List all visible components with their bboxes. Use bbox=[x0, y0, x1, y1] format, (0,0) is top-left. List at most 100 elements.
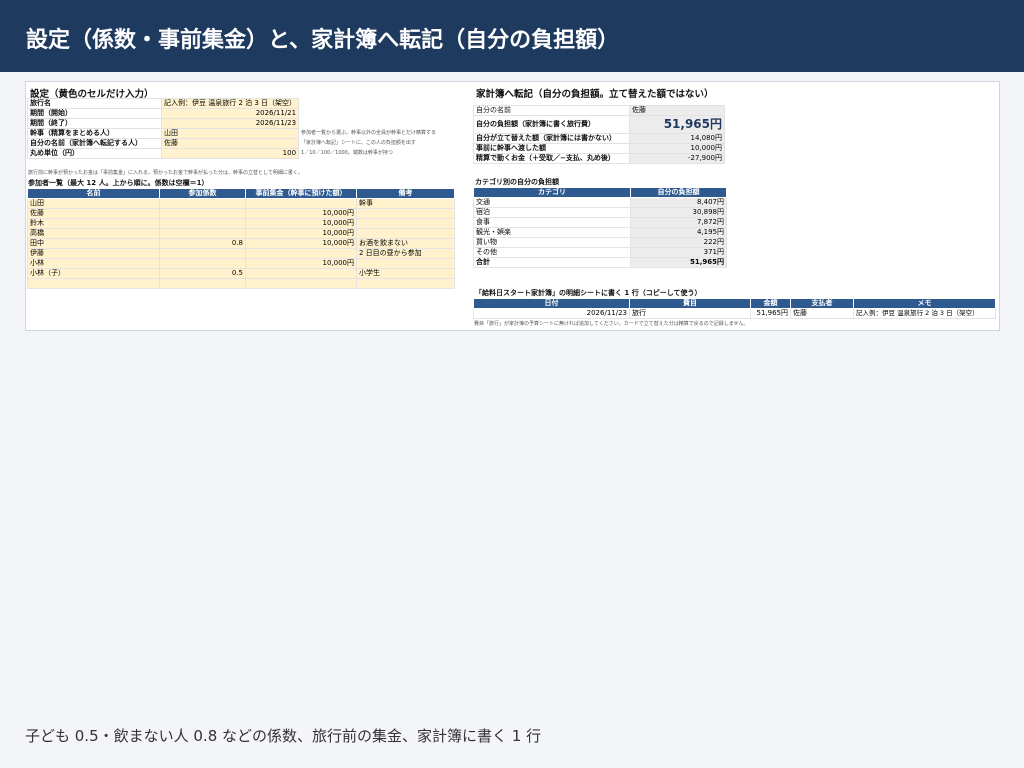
settings-row: 期間（開始） 2026/11/21 bbox=[27, 108, 544, 119]
participant-row: 小林（子） 0.5 小学生 bbox=[27, 268, 455, 279]
column-header: 金額 bbox=[750, 298, 791, 309]
my-name-label: 自分の名前 bbox=[473, 105, 630, 116]
category-amount: 4,195円 bbox=[630, 227, 727, 238]
kakeibo-row: 自分の名前 佐藤 bbox=[473, 105, 725, 116]
participant-factor-cell[interactable] bbox=[159, 198, 246, 209]
participant-row: 鈴木 10,000円 bbox=[27, 218, 455, 229]
category-name: その他 bbox=[473, 247, 631, 258]
participant-factor-cell[interactable]: 0.5 bbox=[159, 268, 246, 279]
ledger-table: 日付 費目 金額 支払者 メモ 2026/11/23 旅行 51,965円 佐藤… bbox=[473, 298, 996, 319]
spreadsheet-panel: 設定（黄色のセルだけ入力） 旅行名 記入例：伊豆 温泉旅行 2 泊 3 日（架空… bbox=[25, 81, 1000, 331]
my-name-value: 佐藤 bbox=[629, 105, 725, 116]
participant-name-cell[interactable]: 伊藤 bbox=[27, 248, 160, 259]
participant-name-cell[interactable]: 鈴木 bbox=[27, 218, 160, 229]
participant-note-cell[interactable] bbox=[356, 278, 455, 289]
participant-factor-cell[interactable] bbox=[159, 258, 246, 269]
category-amount: 8,407円 bbox=[630, 197, 727, 208]
category-name: 食事 bbox=[473, 217, 631, 228]
prepaid-value: 10,000円 bbox=[629, 143, 725, 154]
settings-row: 旅行名 記入例：伊豆 温泉旅行 2 泊 3 日（架空） bbox=[27, 98, 544, 109]
column-header: 備考 bbox=[356, 188, 455, 199]
participant-row: 小林 10,000円 bbox=[27, 258, 455, 269]
category-row: 交通 8,407円 bbox=[473, 197, 727, 208]
participant-deposit-cell[interactable]: 10,000円 bbox=[245, 208, 357, 219]
participant-name-cell[interactable]: 小林 bbox=[27, 258, 160, 269]
advance-value: 14,080円 bbox=[629, 133, 725, 144]
participant-name-cell[interactable]: 田中 bbox=[27, 238, 160, 249]
participant-deposit-cell[interactable]: 10,000円 bbox=[245, 238, 357, 249]
prepaid-label: 事前に幹事へ渡した額 bbox=[473, 143, 630, 154]
participants-header-row: 名前 参加係数 事前集金（幹事に預けた額） 備考 bbox=[27, 188, 455, 199]
settings-label: 幹事（精算をまとめる人） bbox=[27, 128, 162, 139]
category-total-row: 合計 51,965円 bbox=[473, 257, 727, 268]
participant-deposit-cell[interactable] bbox=[245, 248, 357, 259]
participant-factor-cell[interactable] bbox=[159, 248, 246, 259]
organizer-input[interactable]: 山田 bbox=[160, 128, 300, 139]
participant-deposit-cell[interactable]: 10,000円 bbox=[245, 218, 357, 229]
ledger-payer[interactable]: 佐藤 bbox=[790, 308, 854, 319]
ledger-amount[interactable]: 51,965円 bbox=[750, 308, 791, 319]
category-header-row: カテゴリ 自分の負担額 bbox=[473, 187, 727, 198]
slide-caption: 子ども 0.5・飲まない人 0.8 などの係数、旅行前の集金、家計簿に書く 1 … bbox=[25, 727, 542, 745]
category-row: 観光・娯楽 4,195円 bbox=[473, 227, 727, 238]
participant-deposit-cell[interactable] bbox=[245, 278, 357, 289]
participant-deposit-cell[interactable] bbox=[245, 268, 357, 279]
participant-name-cell[interactable]: 山田 bbox=[27, 198, 160, 209]
participants-title: 参加者一覧（最大 12 人。上から順に。係数は空欄＝1） bbox=[28, 179, 209, 187]
ledger-date[interactable]: 2026/11/23 bbox=[473, 308, 630, 319]
participant-note-cell[interactable] bbox=[356, 228, 455, 239]
participant-factor-cell[interactable] bbox=[159, 218, 246, 229]
participant-note-cell[interactable]: 小学生 bbox=[356, 268, 455, 279]
ledger-title: 「給料日スタート家計簿」の明細シートに書く 1 行（コピーして使う） bbox=[475, 289, 702, 297]
start-date-input[interactable]: 2026/11/21 bbox=[160, 108, 300, 119]
participant-note-cell[interactable] bbox=[356, 208, 455, 219]
participant-name-cell[interactable]: 高橋 bbox=[27, 228, 160, 239]
participant-factor-cell[interactable] bbox=[159, 208, 246, 219]
participant-name-cell[interactable]: 佐藤 bbox=[27, 208, 160, 219]
settings-label: 旅行名 bbox=[27, 98, 162, 109]
ledger-row: 2026/11/23 旅行 51,965円 佐藤 記入例：伊豆 温泉旅行 2 泊… bbox=[473, 308, 996, 319]
settings-row: 自分の名前（家計簿へ転記する人） 佐藤 「家計簿へ転記」シートに、この人の負担額… bbox=[27, 138, 544, 149]
end-date-input[interactable]: 2026/11/23 bbox=[160, 118, 300, 129]
column-header: 参加係数 bbox=[159, 188, 246, 199]
category-amount: 30,898円 bbox=[630, 207, 727, 218]
participant-deposit-cell[interactable] bbox=[245, 198, 357, 209]
settings-label: 自分の名前（家計簿へ転記する人） bbox=[27, 138, 162, 149]
burden-value: 51,965円 bbox=[629, 115, 725, 134]
column-header: 事前集金（幹事に預けた額） bbox=[245, 188, 357, 199]
participant-factor-cell[interactable]: 0.8 bbox=[159, 238, 246, 249]
rounding-input[interactable]: 100 bbox=[160, 148, 300, 159]
participant-deposit-cell[interactable]: 10,000円 bbox=[245, 228, 357, 239]
category-amount: 371円 bbox=[630, 247, 727, 258]
participant-name-cell[interactable] bbox=[27, 278, 160, 289]
participant-note-cell[interactable]: 2 日目の昼から参加 bbox=[356, 248, 455, 259]
participant-name-cell[interactable]: 小林（子） bbox=[27, 268, 160, 279]
participant-factor-cell[interactable] bbox=[159, 278, 246, 289]
settings-label: 丸め単位（円） bbox=[27, 148, 162, 159]
participant-note-cell[interactable]: 幹事 bbox=[356, 198, 455, 209]
ledger-footnote: 費目「旅行」が家計簿の予算シートに無ければ追加してください。カードで立て替えた分… bbox=[474, 321, 749, 327]
column-header: 日付 bbox=[473, 298, 630, 309]
page-title: 設定（係数・事前集金）と、家計簿へ転記（自分の負担額） bbox=[26, 28, 620, 53]
kakeibo-row: 精算で動くお金（＋受取／−支払、丸め後） -27,900円 bbox=[473, 153, 725, 164]
page-header: 設定（係数・事前集金）と、家計簿へ転記（自分の負担額） bbox=[0, 0, 1024, 72]
settlement-value: -27,900円 bbox=[629, 153, 725, 164]
participant-deposit-cell[interactable]: 10,000円 bbox=[245, 258, 357, 269]
ledger-memo[interactable]: 記入例：伊豆 温泉旅行 2 泊 3 日（架空） bbox=[853, 308, 996, 319]
kakeibo-row: 自分が立て替えた額（家計簿には書かない） 14,080円 bbox=[473, 133, 725, 144]
kakeibo-title: 家計簿へ転記（自分の負担額。立て替えた額ではない） bbox=[476, 89, 714, 100]
category-amount: 222円 bbox=[630, 237, 727, 248]
participant-note-cell[interactable]: お酒を飲まない bbox=[356, 238, 455, 249]
trip-name-input[interactable]: 記入例：伊豆 温泉旅行 2 泊 3 日（架空） bbox=[160, 98, 300, 109]
column-header: カテゴリ bbox=[473, 187, 631, 198]
category-amount: 7,872円 bbox=[630, 217, 727, 228]
kakeibo-row: 事前に幹事へ渡した額 10,000円 bbox=[473, 143, 725, 154]
category-row: その他 371円 bbox=[473, 247, 727, 258]
participant-note-cell[interactable] bbox=[356, 218, 455, 229]
participant-row: 伊藤 2 日目の昼から参加 bbox=[27, 248, 455, 259]
participant-factor-cell[interactable] bbox=[159, 228, 246, 239]
my-name-input[interactable]: 佐藤 bbox=[160, 138, 300, 149]
ledger-category[interactable]: 旅行 bbox=[629, 308, 751, 319]
participant-row: 山田 幹事 bbox=[27, 198, 455, 209]
participant-note-cell[interactable] bbox=[356, 258, 455, 269]
